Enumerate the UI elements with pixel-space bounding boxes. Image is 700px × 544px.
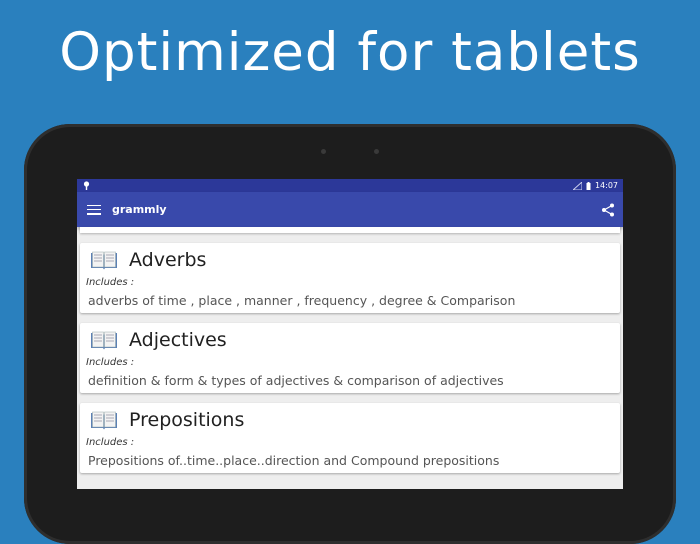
card-title: Adverbs bbox=[129, 249, 207, 271]
status-time: 14:07 bbox=[594, 181, 618, 190]
card-description: adverbs of time , place , manner , frequ… bbox=[88, 293, 516, 308]
card-includes-label: Includes : bbox=[86, 437, 135, 448]
topic-card-adverbs[interactable]: Adverbs Includes : adverbs of time , pla… bbox=[80, 243, 620, 313]
tablet-camera bbox=[374, 149, 379, 154]
tablet-sensor bbox=[321, 149, 326, 154]
topic-list: Adverbs Includes : adverbs of time , pla… bbox=[77, 227, 623, 473]
book-icon bbox=[91, 251, 117, 270]
app-bar: grammly bbox=[77, 192, 623, 227]
card-title: Prepositions bbox=[129, 409, 245, 431]
share-icon[interactable] bbox=[601, 203, 615, 217]
promo-headline: Optimized for tablets bbox=[59, 22, 641, 83]
book-icon bbox=[91, 411, 117, 430]
topic-card-adjectives[interactable]: Adjectives Includes : definition & form … bbox=[80, 323, 620, 393]
battery-icon bbox=[586, 181, 591, 190]
menu-icon[interactable] bbox=[87, 204, 101, 215]
signal-icon bbox=[572, 181, 582, 190]
card-title: Adjectives bbox=[129, 329, 227, 351]
notification-icon bbox=[83, 181, 90, 190]
app-title: grammly bbox=[112, 203, 167, 216]
card-description: definition & form & types of adjectives … bbox=[88, 373, 504, 388]
card-description: Prepositions of..time..place..direction … bbox=[88, 453, 500, 468]
device-screen: 14:07 grammly Adverbs Includes : adverbs… bbox=[77, 179, 623, 489]
status-bar: 14:07 bbox=[77, 179, 623, 192]
topic-card-prepositions[interactable]: Prepositions Includes : Prepositions of.… bbox=[80, 403, 620, 473]
card-includes-label: Includes : bbox=[86, 277, 135, 288]
card-includes-label: Includes : bbox=[86, 357, 135, 368]
previous-card-edge bbox=[80, 227, 620, 233]
book-icon bbox=[91, 331, 117, 350]
